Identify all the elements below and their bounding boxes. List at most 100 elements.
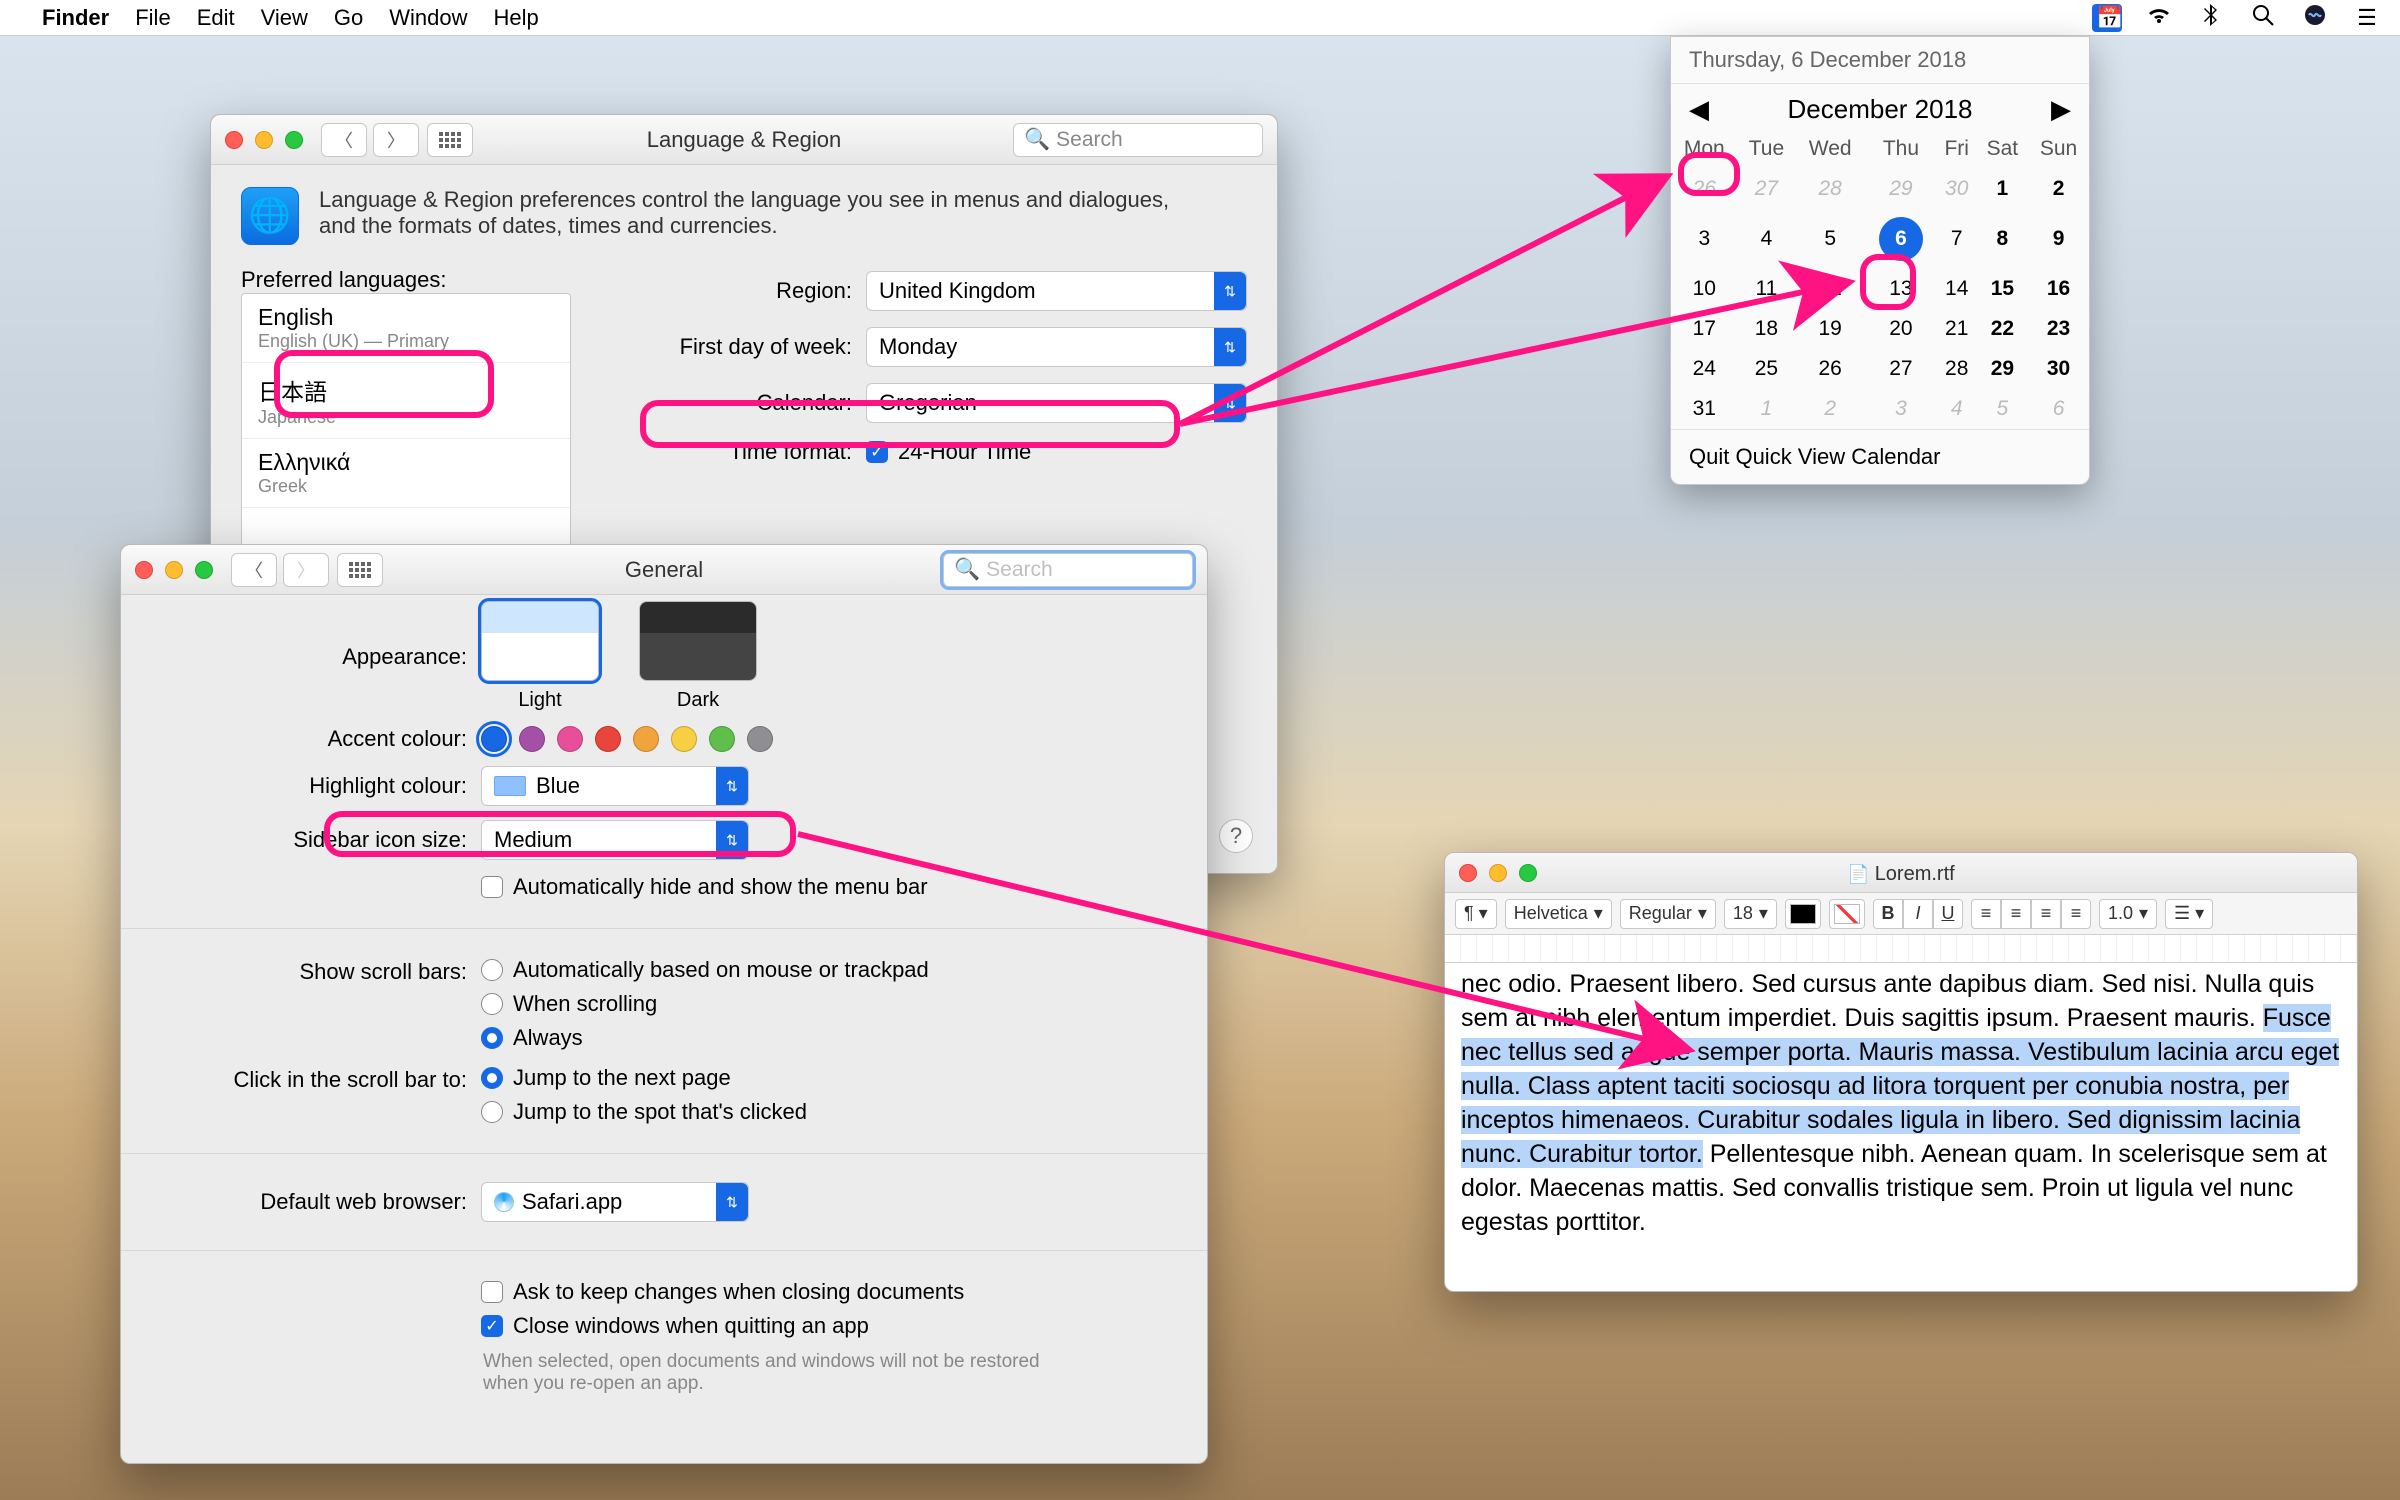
click-scrollbar-radio[interactable] xyxy=(481,1067,503,1089)
calendar-next-month[interactable]: ▶ xyxy=(2051,94,2071,125)
first-day-of-week-select[interactable]: Monday ⇅ xyxy=(866,327,1247,367)
calendar-day[interactable]: 18 xyxy=(1738,309,1796,349)
accent-swatch[interactable] xyxy=(633,726,659,752)
ruler[interactable] xyxy=(1445,935,2357,963)
highlight-colour-select[interactable]: Blue ⇅ xyxy=(481,766,749,806)
click-scrollbar-radio[interactable] xyxy=(481,1101,503,1123)
calendar-day[interactable]: 12 xyxy=(1795,269,1865,309)
calendar-day[interactable]: 24 xyxy=(1671,349,1738,389)
calendar-day[interactable]: 23 xyxy=(2028,309,2089,349)
accent-swatch[interactable] xyxy=(557,726,583,752)
menu-help[interactable]: Help xyxy=(494,5,539,31)
calendar-day[interactable]: 20 xyxy=(1865,309,1937,349)
accent-swatch[interactable] xyxy=(709,726,735,752)
no-color-button[interactable] xyxy=(1829,899,1865,929)
line-spacing-select[interactable]: 1.0 ▾ xyxy=(2099,899,2157,929)
calendar-day[interactable]: 7 xyxy=(1937,209,1977,269)
calendar-day[interactable]: 5 xyxy=(1977,389,2028,429)
scrollbar-radio[interactable] xyxy=(481,993,503,1015)
calendar-day[interactable]: 26 xyxy=(1671,169,1738,209)
menu-edit[interactable]: Edit xyxy=(197,5,235,31)
scrollbar-radio[interactable] xyxy=(481,959,503,981)
font-weight-select[interactable]: Regular ▾ xyxy=(1620,899,1716,929)
menu-go[interactable]: Go xyxy=(334,5,363,31)
calendar-day[interactable]: 13 xyxy=(1865,269,1937,309)
calendar-day[interactable]: 6 xyxy=(2028,389,2089,429)
paragraph-style-select[interactable]: ¶ ▾ xyxy=(1455,899,1497,929)
menu-window[interactable]: Window xyxy=(389,5,467,31)
font-size-select[interactable]: 18 ▾ xyxy=(1724,899,1777,929)
calendar-day[interactable]: 1 xyxy=(1977,169,2028,209)
calendar-day[interactable]: 22 xyxy=(1977,309,2028,349)
quit-calendar-item[interactable]: Quit Quick View Calendar xyxy=(1671,429,2089,484)
calendar-day[interactable]: 21 xyxy=(1937,309,1977,349)
calendar-day[interactable]: 8 xyxy=(1977,209,2028,269)
calendar-select[interactable]: Gregorian ⇅ xyxy=(866,383,1247,423)
calendar-day[interactable]: 30 xyxy=(2028,349,2089,389)
calendar-day[interactable]: 30 xyxy=(1937,169,1977,209)
calendar-day[interactable]: 4 xyxy=(1738,209,1796,269)
calendar-day[interactable]: 27 xyxy=(1865,349,1937,389)
sidebar-icon-size-select[interactable]: Medium ⇅ xyxy=(481,820,749,860)
siri-icon[interactable] xyxy=(2300,4,2330,32)
calendar-prev-month[interactable]: ◀ xyxy=(1689,94,1709,125)
region-select[interactable]: United Kingdom ⇅ xyxy=(866,271,1247,311)
calendar-day[interactable]: 1 xyxy=(1738,389,1796,429)
menu-file[interactable]: File xyxy=(135,5,170,31)
align-justify-button[interactable]: ≡ xyxy=(2061,899,2091,929)
ask-keep-changes-checkbox[interactable] xyxy=(481,1281,503,1303)
calendar-day[interactable]: 6 xyxy=(1865,209,1937,269)
accent-swatch[interactable] xyxy=(747,726,773,752)
calendar-day[interactable]: 3 xyxy=(1671,209,1738,269)
font-family-select[interactable]: Helvetica ▾ xyxy=(1505,899,1612,929)
accent-swatch[interactable] xyxy=(481,726,507,752)
document-body[interactable]: nec odio. Praesent libero. Sed cursus an… xyxy=(1445,963,2357,1243)
wifi-icon[interactable] xyxy=(2144,5,2174,31)
menu-view[interactable]: View xyxy=(261,5,308,31)
underline-button[interactable]: U xyxy=(1933,899,1963,929)
language-row-greek[interactable]: Ελληνικά Greek xyxy=(242,439,570,508)
autohide-menubar-checkbox[interactable] xyxy=(481,876,503,898)
language-row-english[interactable]: English English (UK) — Primary xyxy=(242,294,570,363)
calendar-day[interactable]: 5 xyxy=(1795,209,1865,269)
calendar-day[interactable]: 27 xyxy=(1738,169,1796,209)
default-browser-select[interactable]: Safari.app ⇅ xyxy=(481,1182,749,1222)
language-row-japanese[interactable]: 日本語 Japanese xyxy=(242,363,570,439)
appearance-dark[interactable]: Dark xyxy=(639,601,757,712)
spotlight-icon[interactable] xyxy=(2248,4,2278,32)
close-windows-checkbox[interactable]: ✓ xyxy=(481,1315,503,1337)
scrollbar-radio[interactable] xyxy=(481,1027,503,1049)
notification-center-icon[interactable]: ☰ xyxy=(2352,5,2382,31)
calendar-day[interactable]: 31 xyxy=(1671,389,1738,429)
text-color-button[interactable] xyxy=(1785,899,1821,929)
accent-swatch[interactable] xyxy=(595,726,621,752)
calendar-day[interactable]: 26 xyxy=(1795,349,1865,389)
calendar-day[interactable]: 4 xyxy=(1937,389,1977,429)
calendar-day[interactable]: 19 xyxy=(1795,309,1865,349)
calendar-day[interactable]: 2 xyxy=(2028,169,2089,209)
calendar-day[interactable]: 28 xyxy=(1937,349,1977,389)
calendar-day[interactable]: 28 xyxy=(1795,169,1865,209)
calendar-menuextra-icon[interactable]: 📅 xyxy=(2092,4,2122,32)
bluetooth-icon[interactable] xyxy=(2196,4,2226,32)
appearance-light[interactable]: Light xyxy=(481,601,599,712)
bold-button[interactable]: B xyxy=(1873,899,1903,929)
24hour-checkbox[interactable]: ✓ xyxy=(866,441,888,463)
calendar-day[interactable]: 25 xyxy=(1738,349,1796,389)
calendar-day[interactable]: 16 xyxy=(2028,269,2089,309)
calendar-day[interactable]: 29 xyxy=(1865,169,1937,209)
calendar-day[interactable]: 2 xyxy=(1795,389,1865,429)
calendar-day[interactable]: 9 xyxy=(2028,209,2089,269)
list-style-select[interactable]: ☰ ▾ xyxy=(2165,899,2213,929)
calendar-day[interactable]: 10 xyxy=(1671,269,1738,309)
calendar-day[interactable]: 15 xyxy=(1977,269,2028,309)
help-button[interactable]: ? xyxy=(1219,819,1253,853)
accent-swatch[interactable] xyxy=(671,726,697,752)
calendar-day[interactable]: 29 xyxy=(1977,349,2028,389)
calendar-day[interactable]: 14 xyxy=(1937,269,1977,309)
italic-button[interactable]: I xyxy=(1903,899,1933,929)
calendar-day[interactable]: 3 xyxy=(1865,389,1937,429)
menubar-app-name[interactable]: Finder xyxy=(42,5,109,31)
align-left-button[interactable]: ≡ xyxy=(1971,899,2001,929)
calendar-day[interactable]: 17 xyxy=(1671,309,1738,349)
